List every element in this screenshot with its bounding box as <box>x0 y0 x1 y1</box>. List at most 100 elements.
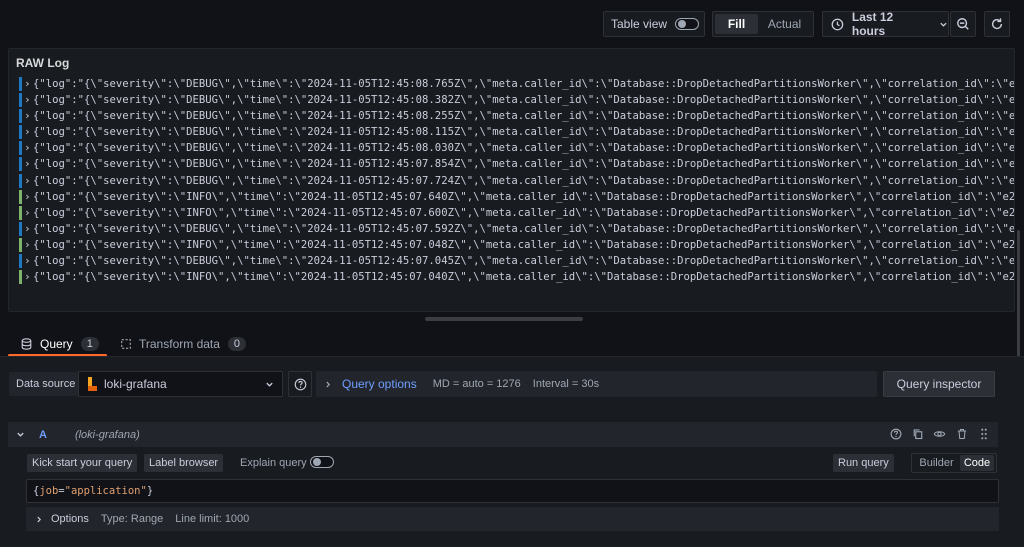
log-line-text: {"log":"{\"severity\":\"DEBUG\",\"time\"… <box>33 78 1014 90</box>
log-level-indicator <box>19 125 22 140</box>
options-line-limit: Line limit: 1000 <box>175 513 250 525</box>
log-level-indicator <box>19 93 22 108</box>
log-level-indicator <box>19 141 22 156</box>
code-mode-button[interactable]: Code <box>960 455 994 471</box>
options-type: Type: Range <box>100 513 164 525</box>
options-toggle[interactable]: Options Type: Range Line limit: 1000 <box>26 507 999 531</box>
time-range-picker[interactable]: Last 12 hours <box>822 10 949 38</box>
expand-chevron-icon[interactable]: › <box>24 76 31 92</box>
log-line[interactable]: › {"log":"{\"severity\":\"DEBUG\",\"time\… <box>19 221 1014 237</box>
log-line[interactable]: › {"log":"{\"severity\":\"INFO\",\"time\"… <box>19 269 1014 285</box>
drag-handle-icon[interactable] <box>977 427 990 440</box>
log-line[interactable]: › {"log":"{\"severity\":\"DEBUG\",\"time\… <box>19 173 1014 189</box>
query-inspector-button[interactable]: Query inspector <box>883 371 995 397</box>
expand-chevron-icon[interactable]: › <box>24 92 31 108</box>
expand-chevron-icon[interactable]: › <box>24 205 31 221</box>
log-line[interactable]: › {"log":"{\"severity\":\"DEBUG\",\"time\… <box>19 140 1014 156</box>
expand-chevron-icon[interactable]: › <box>24 173 31 189</box>
log-line[interactable]: › {"log":"{\"severity\":\"DEBUG\",\"time\… <box>19 76 1014 92</box>
raw-log-panel: RAW Log › {"log":"{\"severity\":\"DEBUG\"… <box>8 48 1015 312</box>
log-level-indicator <box>19 173 22 188</box>
log-line-text: {"log":"{\"severity\":\"INFO\",\"time\":… <box>33 190 1014 203</box>
expand-chevron-icon[interactable]: › <box>24 237 31 253</box>
eye-icon[interactable] <box>933 427 946 440</box>
log-line[interactable]: › {"log":"{\"severity\":\"DEBUG\",\"time\… <box>19 253 1014 269</box>
log-level-indicator <box>19 109 22 124</box>
query-row-header: A (loki-grafana) <box>8 422 998 447</box>
query-ref-id[interactable]: A <box>39 429 47 441</box>
log-line-text: {"log":"{\"severity\":\"DEBUG\",\"time\"… <box>33 110 1014 123</box>
query-code-editor[interactable]: {job = "application"} <box>26 479 999 503</box>
tab-query-label: Query <box>40 337 73 351</box>
trash-icon[interactable] <box>955 427 968 440</box>
log-level-indicator <box>19 189 22 204</box>
time-range-label: Last 12 hours <box>851 10 894 38</box>
log-line-text: {"log":"{\"severity\":\"DEBUG\",\"time\"… <box>33 158 1014 171</box>
log-line-text: {"log":"{\"severity\":\"INFO\",\"time\":… <box>33 206 1014 219</box>
run-query-button[interactable]: Run query <box>833 454 894 472</box>
log-line-text: {"log":"{\"severity\":\"DEBUG\",\"time\"… <box>33 126 1014 139</box>
expand-chevron-icon[interactable]: › <box>24 221 31 237</box>
duplicate-icon[interactable] <box>911 427 924 440</box>
tab-transform-label: Transform data <box>139 337 220 351</box>
clock-icon <box>831 18 844 30</box>
log-line-text: {"log":"{\"severity\":\"DEBUG\",\"time\"… <box>33 255 1014 268</box>
log-line-text: {"log":"{\"severity\":\"INFO\",\"time\":… <box>33 271 1014 284</box>
log-line[interactable]: › {"log":"{\"severity\":\"DEBUG\",\"time\… <box>19 92 1014 108</box>
tab-query[interactable]: Query 1 <box>21 334 99 354</box>
explain-query-switch[interactable] <box>310 456 334 468</box>
log-line-text: {"log":"{\"severity\":\"DEBUG\",\"time\"… <box>33 174 1014 187</box>
expand-chevron-icon[interactable]: › <box>24 108 31 124</box>
label-browser-button[interactable]: Label browser <box>144 454 224 472</box>
expand-chevron-icon[interactable]: › <box>24 140 31 156</box>
tab-query-count: 1 <box>80 337 99 351</box>
log-line-text: {"log":"{\"severity\":\"DEBUG\",\"time\"… <box>33 142 1014 155</box>
fill-button[interactable]: Fill <box>715 14 758 34</box>
loki-logo-icon <box>87 377 97 391</box>
table-view-switch[interactable] <box>675 18 699 30</box>
query-options-toggle[interactable]: Query options MD = auto = 1276 Interval … <box>316 371 877 397</box>
panel-title: RAW Log <box>16 56 70 70</box>
tab-transform-count: 0 <box>227 337 247 351</box>
datasource-picker[interactable]: loki-grafana <box>78 371 283 397</box>
builder-code-segmented: Builder Code <box>911 453 997 473</box>
log-line[interactable]: › {"log":"{\"severity\":\"DEBUG\",\"time\… <box>19 156 1014 172</box>
actual-button[interactable]: Actual <box>758 14 811 34</box>
interval-value: Interval = 30s <box>532 378 600 390</box>
log-line[interactable]: › {"log":"{\"severity\":\"DEBUG\",\"time\… <box>19 108 1014 124</box>
chevron-down-icon <box>940 22 947 27</box>
builder-mode-button[interactable]: Builder <box>913 455 960 471</box>
log-line[interactable]: › {"log":"{\"severity\":\"INFO\",\"time\"… <box>19 237 1014 253</box>
log-level-indicator <box>19 205 22 220</box>
fill-actual-segmented: Fill Actual <box>712 11 814 37</box>
datasource-help-button[interactable] <box>288 371 312 397</box>
expand-chevron-icon[interactable]: › <box>24 269 31 285</box>
help-icon[interactable] <box>889 427 902 440</box>
collapse-chevron-icon[interactable] <box>16 430 25 439</box>
expand-chevron-icon[interactable]: › <box>24 189 31 205</box>
expand-chevron-icon[interactable]: › <box>24 156 31 172</box>
help-icon <box>294 378 306 390</box>
query-token-value: "application" <box>64 485 147 497</box>
log-level-indicator <box>19 221 22 236</box>
table-view-toggle[interactable]: Table view <box>603 11 705 37</box>
zoom-out-icon <box>957 18 969 30</box>
panel-resize-handle[interactable] <box>425 317 583 321</box>
datasource-name: loki-grafana <box>104 377 167 391</box>
refresh-button[interactable] <box>984 11 1010 37</box>
expand-chevron-icon[interactable]: › <box>24 253 31 269</box>
log-list: › {"log":"{\"severity\":\"DEBUG\",\"time\… <box>19 71 1014 291</box>
query-row-actions <box>889 427 990 440</box>
table-view-label: Table view <box>611 17 668 31</box>
log-line[interactable]: › {"log":"{\"severity\":\"DEBUG\",\"time\… <box>19 124 1014 140</box>
refresh-icon <box>991 18 1003 30</box>
database-icon <box>21 338 32 350</box>
log-line-text: {"log":"{\"severity\":\"INFO\",\"time\":… <box>33 238 1014 251</box>
log-line[interactable]: › {"log":"{\"severity\":\"INFO\",\"time\"… <box>19 205 1014 221</box>
log-line-text: {"log":"{\"severity\":\"DEBUG\",\"time\"… <box>33 222 1014 235</box>
kick-start-button[interactable]: Kick start your query <box>27 454 138 472</box>
log-line[interactable]: › {"log":"{\"severity\":\"INFO\",\"time\"… <box>19 189 1014 205</box>
expand-chevron-icon[interactable]: › <box>24 124 31 140</box>
zoom-out-button[interactable] <box>950 11 976 37</box>
tab-transform-data[interactable]: Transform data 0 <box>120 334 247 354</box>
